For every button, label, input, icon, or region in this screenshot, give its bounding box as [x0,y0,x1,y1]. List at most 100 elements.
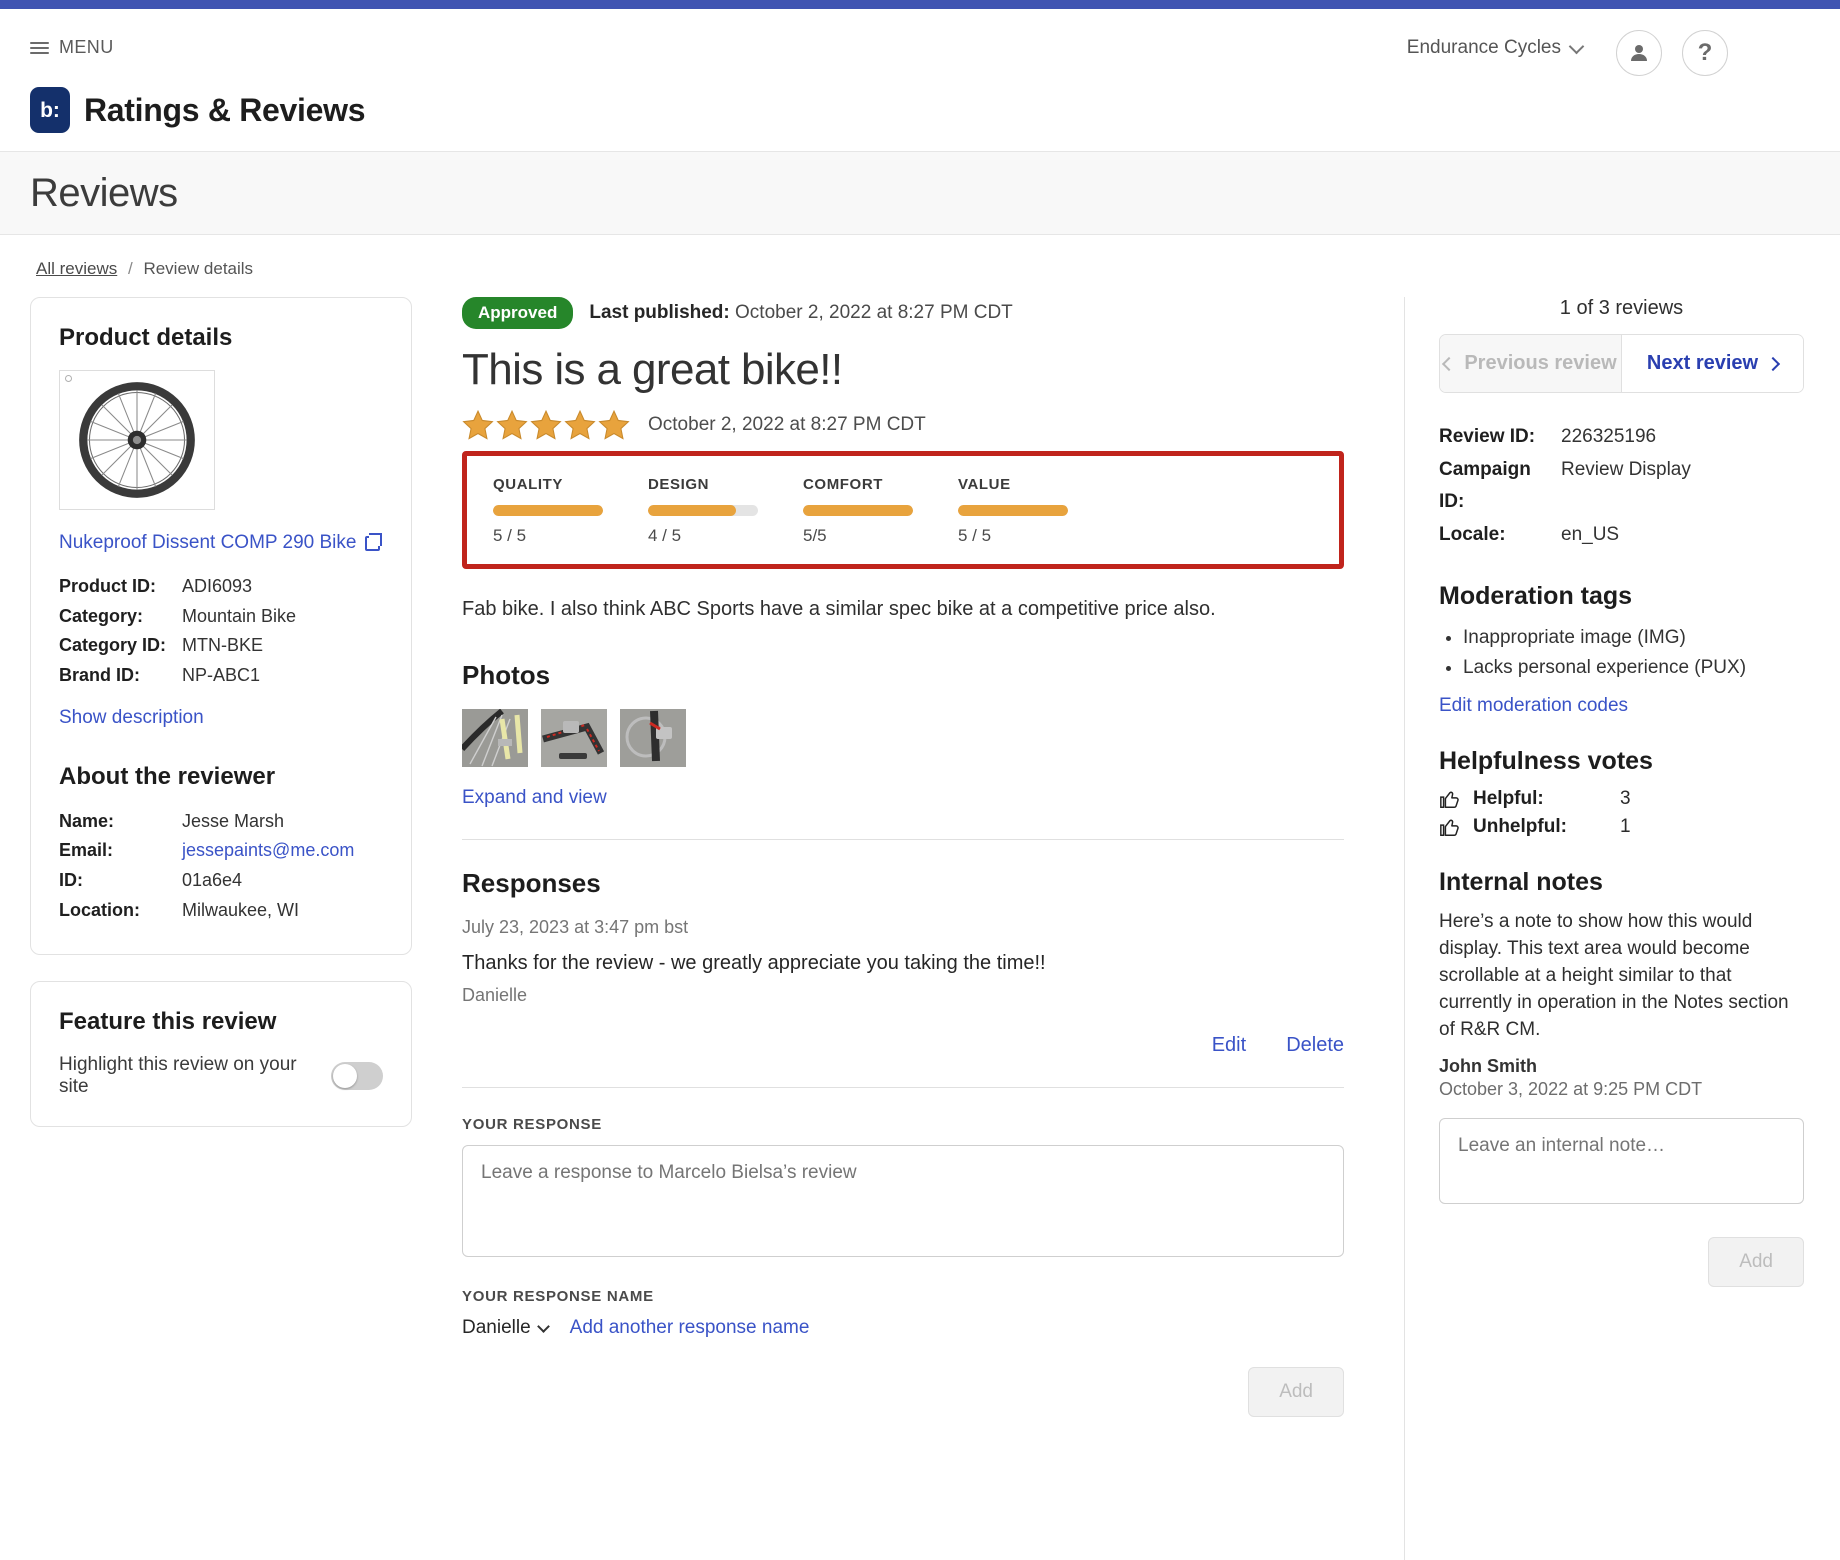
add-another-response-name-link[interactable]: Add another response name [570,1317,810,1339]
app-root: MENU b: Ratings & Reviews Endurance Cycl… [0,0,1840,1560]
field-value: NP-ABC1 [182,665,261,686]
reviewer-name-label: Name: [59,810,115,831]
response-item: July 23, 2023 at 3:47 pm bst Thanks for … [462,917,1344,1057]
photo-thumbnail[interactable] [620,709,686,767]
star-icon [496,409,528,440]
user-icon [1631,45,1647,61]
edit-response-button[interactable]: Edit [1212,1034,1246,1057]
breadcrumb-all-reviews[interactable]: All reviews [36,259,117,278]
secondary-rating-quality: QUALITY 5 / 5 [493,476,648,546]
moderation-tag-list: Inappropriate image (IMG) Lacks personal… [1463,623,1804,684]
field-value: ADI6093 [182,576,253,596]
reviewer-email-link[interactable]: jessepaints@me.com [182,840,354,860]
bike-photo-2 [541,709,607,767]
response-text: Thanks for the review - we greatly appre… [462,952,1046,974]
response-name-value: Danielle [462,1317,531,1338]
reviewer-location-row: Location: Milwaukee, WI [59,896,383,926]
meta-label: Locale: [1439,524,1506,546]
next-review-button[interactable]: Next review [1621,335,1803,392]
expand-and-view-link[interactable]: Expand and view [462,787,607,809]
product-field-row: Brand ID: NP-ABC1 [59,661,383,691]
section-divider [462,1087,1344,1088]
photos-heading: Photos [462,660,551,690]
accent-bar [0,0,1840,9]
chevron-left-icon [1442,356,1457,371]
review-body: Fab bike. I also think ABC Sports have a… [462,598,1216,620]
response-actions: Edit Delete [462,1034,1344,1057]
bicycle-wheel-image [79,382,195,498]
response-textarea[interactable] [462,1145,1344,1257]
rating-bar [648,505,758,516]
rating-bar [803,505,913,516]
page-title: Reviews [30,170,178,215]
reviewer-email-label: Email: [59,840,114,861]
feature-toggle-label: Highlight this review on your site [59,1053,297,1097]
review-status-row: Approved Last published: October 2, 2022… [462,297,1344,329]
response-date: July 23, 2023 at 3:47 pm bst [462,917,689,937]
star-icon [530,409,562,440]
reviewer-name-value: Jesse Marsh [182,810,285,831]
field-value: MTN-BKE [182,635,263,656]
breadcrumb: All reviews / Review details [0,235,1840,279]
help-button[interactable]: ? [1682,30,1728,76]
show-description-link[interactable]: Show description [59,707,204,729]
helpful-count: 3 [1620,788,1631,810]
rating-label: QUALITY [493,476,564,493]
unhelpful-row: Unhelpful: 1 [1439,816,1804,838]
photo-thumbnail[interactable] [462,709,528,767]
responses-heading: Responses [462,868,601,898]
rating-label: DESIGN [648,476,710,493]
product-details-card: Product details Nukeproof Dissent COMP 2… [30,297,412,955]
account-switcher[interactable]: Endurance Cycles [1407,37,1585,59]
helpful-label: Helpful: [1473,788,1544,810]
secondary-rating-comfort: COMFORT 5/5 [803,476,958,546]
internal-note-textarea[interactable] [1439,1118,1804,1205]
meta-value: Review Display [1561,458,1691,480]
star-rating [462,409,630,441]
feature-review-toggle[interactable] [331,1061,383,1090]
previous-review-label: Previous review [1464,352,1617,374]
rating-value: 5 / 5 [958,526,992,545]
moderation-tag: Lacks personal experience (PUX) [1463,653,1804,683]
product-link[interactable]: Nukeproof Dissent COMP 290 Bike [59,532,383,554]
photo-thumbnail[interactable] [541,709,607,767]
review-navigation: Previous review Next review [1439,334,1804,393]
product-field-row: Category: Mountain Bike [59,602,383,632]
product-field-row: Product ID: ADI6093 [59,572,383,602]
star-icon [462,409,494,440]
add-internal-note-button[interactable]: Add [1708,1237,1804,1288]
menu-button[interactable]: MENU [30,37,114,58]
star-icon [564,409,596,440]
next-review-label: Next review [1646,352,1759,374]
product-name: Nukeproof Dissent COMP 290 Bike [59,532,357,553]
review-meta-row: Review ID: 226325196 [1439,421,1804,454]
meta-label: Review ID: [1439,426,1536,447]
response-name-dropdown[interactable]: Danielle [462,1317,550,1339]
content-columns: Product details Nukeproof Dissent COMP 2… [0,279,1840,1560]
brand-title: Ratings & Reviews [84,91,366,128]
external-link-icon [365,532,383,551]
product-field-row: Category ID: MTN-BKE [59,631,383,661]
star-icon [598,409,630,440]
reviewer-id-row: ID: 01a6e4 [59,866,383,896]
global-header: MENU b: Ratings & Reviews Endurance Cycl… [0,9,1840,151]
helpful-row: Helpful: 3 [1439,788,1804,810]
product-details-heading: Product details [59,324,233,351]
moderation-tags-heading: Moderation tags [1439,581,1633,610]
add-response-button[interactable]: Add [1248,1367,1344,1417]
reviewer-heading: About the reviewer [59,762,276,790]
edit-moderation-codes-link[interactable]: Edit moderation codes [1439,695,1628,717]
review-title: This is a great bike!! [462,345,843,394]
meta-value: 226325196 [1561,426,1657,447]
review-counter: 1 of 3 reviews [1559,297,1684,319]
reviewer-location-label: Location: [59,899,140,920]
thumbs-up-icon [1440,819,1459,837]
user-account-button[interactable] [1616,30,1662,76]
rating-value: 5/5 [803,526,827,545]
last-published-label: Last published: [589,302,730,323]
rating-value: 5 / 5 [493,526,527,545]
product-image [59,370,215,510]
delete-response-button[interactable]: Delete [1286,1034,1344,1057]
right-column: 1 of 3 reviews Previous review Next revi… [1404,297,1840,1560]
previous-review-button[interactable]: Previous review [1440,335,1621,392]
